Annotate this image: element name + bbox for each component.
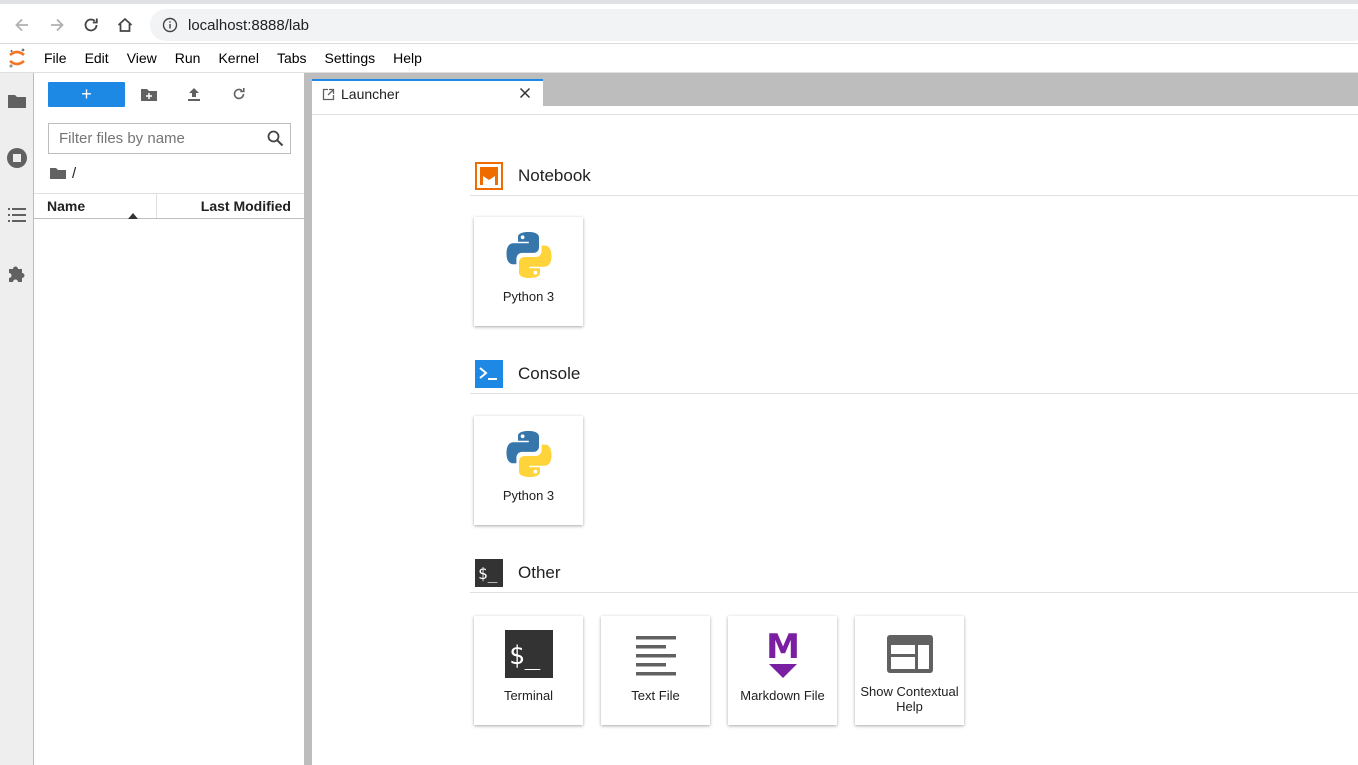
section-title: Notebook bbox=[518, 165, 591, 185]
file-list-header: Name Last Modified bbox=[34, 193, 304, 219]
menu-kernel[interactable]: Kernel bbox=[209, 44, 267, 73]
card-label: Markdown File bbox=[740, 688, 825, 703]
menu-edit[interactable]: Edit bbox=[76, 44, 118, 73]
section-other: $_ Other bbox=[470, 553, 1358, 593]
card-label: Text File bbox=[631, 688, 680, 703]
info-icon bbox=[162, 17, 178, 33]
console-icon bbox=[474, 359, 504, 389]
menu-settings[interactable]: Settings bbox=[316, 44, 385, 73]
terminal-icon: $_ bbox=[503, 628, 555, 680]
launcher-card-terminal[interactable]: $_ Terminal bbox=[474, 616, 583, 725]
menu-bar: File Edit View Run Kernel Tabs Settings … bbox=[0, 44, 1358, 73]
launcher-card-python3-console[interactable]: Python 3 bbox=[474, 416, 583, 525]
arrow-right-icon bbox=[51, 18, 64, 32]
section-title: Console bbox=[518, 363, 581, 383]
activity-bar bbox=[0, 73, 34, 765]
sort-ascending-icon bbox=[128, 202, 138, 226]
column-modified-header[interactable]: Last Modified bbox=[157, 194, 304, 218]
home-icon bbox=[117, 17, 133, 32]
launcher-card-markdown-file[interactable]: M Markdown File bbox=[728, 616, 837, 725]
launcher-divider bbox=[312, 114, 1358, 115]
folder-icon bbox=[50, 168, 66, 179]
file-browser: + / Name Last Modified bbox=[34, 73, 304, 765]
section-console: Console bbox=[470, 354, 1358, 394]
new-launcher-button[interactable]: + bbox=[48, 82, 125, 107]
launcher-card-contextual-help[interactable]: Show Contextual Help bbox=[855, 616, 964, 725]
jupyter-logo-icon bbox=[0, 44, 34, 73]
svg-text:M: M bbox=[766, 628, 800, 667]
forward-button[interactable] bbox=[44, 12, 70, 38]
column-name-label: Name bbox=[47, 198, 86, 214]
svg-text:$_: $_ bbox=[509, 641, 541, 671]
url-text: localhost:8888/lab bbox=[188, 16, 309, 34]
breadcrumb-root: / bbox=[72, 164, 77, 182]
other-icon: $_ bbox=[474, 558, 504, 588]
breadcrumb[interactable]: / bbox=[50, 163, 76, 183]
dock-tab-bar: Launcher bbox=[312, 73, 1358, 107]
markdown-icon: M bbox=[757, 628, 809, 680]
tab-label: Launcher bbox=[341, 86, 400, 102]
home-button[interactable] bbox=[112, 12, 138, 38]
contextual-help-icon bbox=[884, 628, 936, 680]
menu-file[interactable]: File bbox=[35, 44, 76, 73]
menu-tabs[interactable]: Tabs bbox=[268, 44, 316, 73]
address-bar[interactable]: localhost:8888/lab bbox=[150, 9, 1358, 41]
panel-splitter[interactable] bbox=[304, 73, 312, 765]
section-title: Other bbox=[518, 562, 561, 582]
search-icon bbox=[267, 130, 284, 152]
browser-toolbar: localhost:8888/lab bbox=[0, 0, 1358, 44]
arrow-left-icon bbox=[15, 18, 28, 32]
card-label: Python 3 bbox=[502, 488, 555, 503]
extension-manager-icon[interactable] bbox=[5, 261, 29, 285]
close-icon[interactable] bbox=[517, 85, 533, 104]
svg-text:$_: $_ bbox=[478, 564, 498, 583]
filter-files-input[interactable] bbox=[59, 130, 259, 147]
file-browser-toolbar: + bbox=[34, 81, 304, 111]
python-logo-icon bbox=[503, 428, 555, 480]
launcher-card-text-file[interactable]: Text File bbox=[601, 616, 710, 725]
launcher-panel: Notebook Python 3 Console Python 3 $_ Ot… bbox=[312, 106, 1358, 765]
notebook-icon bbox=[474, 161, 504, 191]
filter-files-field bbox=[48, 123, 291, 154]
card-label: Python 3 bbox=[502, 289, 555, 304]
text-file-icon bbox=[630, 628, 682, 680]
launcher-card-python3-notebook[interactable]: Python 3 bbox=[474, 217, 583, 326]
launcher-icon bbox=[322, 88, 335, 100]
table-of-contents-icon[interactable] bbox=[5, 203, 29, 227]
upload-icon[interactable] bbox=[185, 85, 203, 103]
folder-icon[interactable] bbox=[5, 89, 29, 113]
menu-run[interactable]: Run bbox=[166, 44, 210, 73]
section-notebook: Notebook bbox=[470, 156, 1358, 196]
python-logo-icon bbox=[503, 229, 555, 281]
card-label: Terminal bbox=[503, 688, 554, 703]
back-button[interactable] bbox=[9, 12, 35, 38]
refresh-icon[interactable] bbox=[230, 85, 248, 103]
menu-help[interactable]: Help bbox=[384, 44, 431, 73]
column-name-header[interactable]: Name bbox=[34, 194, 157, 219]
tab-launcher[interactable]: Launcher bbox=[312, 79, 543, 107]
card-label: Show Contextual Help bbox=[860, 684, 959, 714]
reload-icon bbox=[84, 18, 98, 32]
reload-button[interactable] bbox=[78, 12, 104, 38]
menu-view[interactable]: View bbox=[118, 44, 166, 73]
running-sessions-icon[interactable] bbox=[5, 146, 29, 170]
new-folder-icon[interactable] bbox=[140, 85, 158, 103]
